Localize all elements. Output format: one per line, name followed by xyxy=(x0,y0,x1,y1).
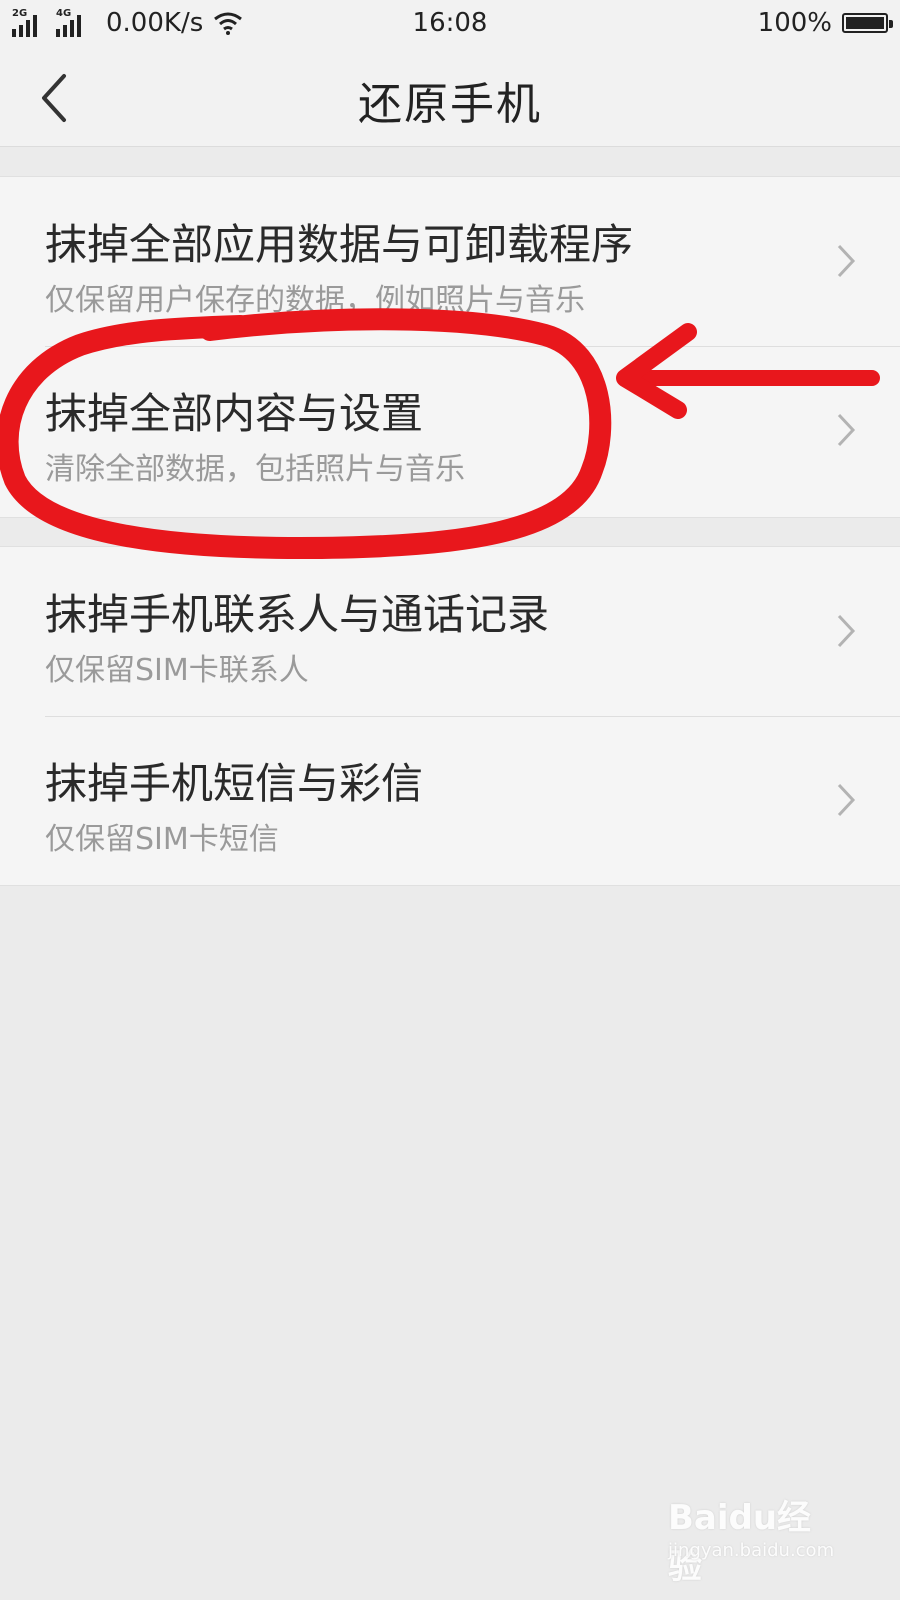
settings-group: 抹掉全部应用数据与可卸载程序 仅保留用户保存的数据，例如照片与音乐 抹掉全部内容… xyxy=(0,176,900,518)
item-title: 抹掉手机短信与彩信 xyxy=(45,759,424,808)
item-subtitle: 清除全部数据，包括照片与音乐 xyxy=(45,452,465,487)
erase-all-content-item[interactable]: 抹掉全部内容与设置 清除全部数据，包括照片与音乐 xyxy=(0,346,900,515)
item-title: 抹掉全部应用数据与可卸载程序 xyxy=(45,220,634,269)
item-title: 抹掉手机联系人与通话记录 xyxy=(45,590,550,639)
erase-contacts-item[interactable]: 抹掉手机联系人与通话记录 仅保留SIM卡联系人 xyxy=(0,547,900,716)
item-subtitle: 仅保留SIM卡短信 xyxy=(45,822,279,857)
battery-icon xyxy=(842,13,893,33)
baidu-logo: Baidu经验 xyxy=(668,1498,812,1587)
status-bar: 2G 4G 0.00K/s 16:08 100% xyxy=(0,0,900,48)
watermark: Baidu经验 jingyan.baidu.com xyxy=(668,1490,838,1587)
app-bar: 还原手机 xyxy=(0,48,900,147)
chevron-right-icon xyxy=(837,614,856,648)
chevron-right-icon xyxy=(837,413,856,447)
battery-fill xyxy=(846,17,884,29)
battery-tip xyxy=(889,20,893,28)
page-title: 还原手机 xyxy=(358,79,542,130)
item-title: 抹掉全部内容与设置 xyxy=(45,389,424,438)
settings-group: 抹掉手机联系人与通话记录 仅保留SIM卡联系人 抹掉手机短信与彩信 仅保留SIM… xyxy=(0,546,900,886)
item-subtitle: 仅保留SIM卡联系人 xyxy=(45,653,309,688)
chevron-right-icon xyxy=(837,783,856,817)
erase-messages-item[interactable]: 抹掉手机短信与彩信 仅保留SIM卡短信 xyxy=(0,716,900,885)
watermark-url: jingyan.baidu.com xyxy=(668,1540,835,1561)
battery-percent: 100% xyxy=(757,8,832,38)
status-right: 100% xyxy=(757,8,893,38)
chevron-right-icon xyxy=(837,244,856,278)
erase-app-data-item[interactable]: 抹掉全部应用数据与可卸载程序 仅保留用户保存的数据，例如照片与音乐 xyxy=(0,177,900,346)
item-subtitle: 仅保留用户保存的数据，例如照片与音乐 xyxy=(45,283,585,318)
